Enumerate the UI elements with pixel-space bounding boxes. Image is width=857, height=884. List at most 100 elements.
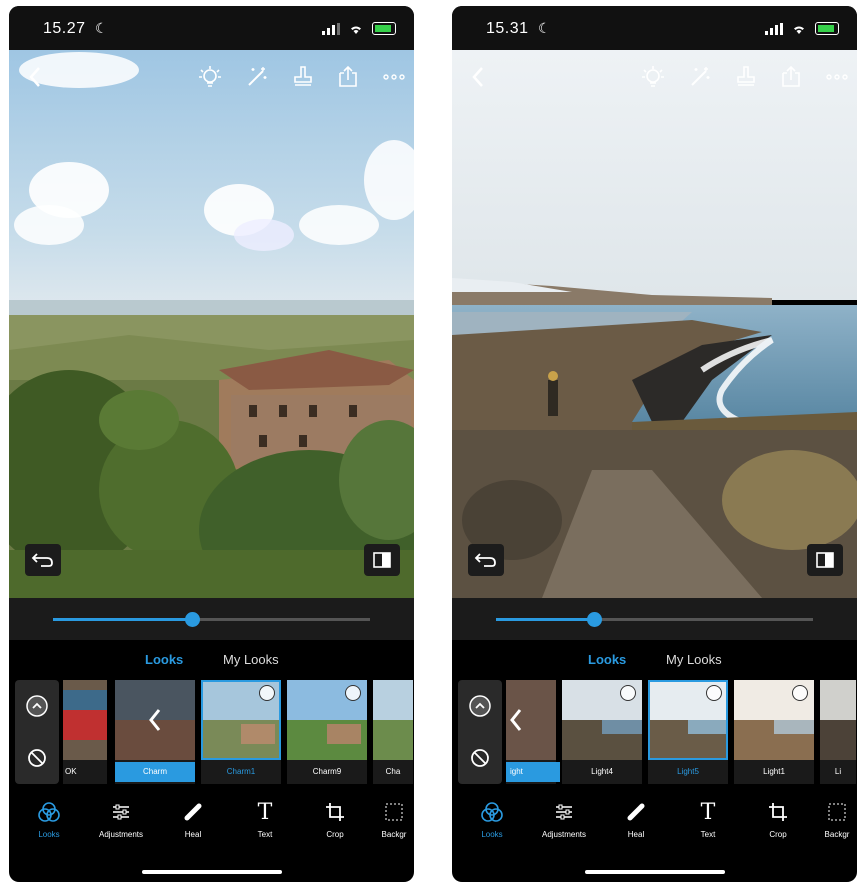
status-bar: 15.27 ☾ bbox=[9, 6, 414, 50]
favorite-icon[interactable] bbox=[345, 685, 361, 701]
background-icon bbox=[828, 803, 846, 821]
look-label: Cha bbox=[385, 767, 401, 776]
stamp-icon[interactable] bbox=[733, 64, 759, 90]
look-label: ight bbox=[506, 762, 560, 782]
tab-looks[interactable]: Looks bbox=[588, 652, 626, 667]
nav-label: Heal bbox=[184, 830, 202, 839]
look-thumb-charm9[interactable]: Charm9 bbox=[287, 680, 367, 784]
crop-icon bbox=[769, 803, 787, 821]
undo-icon bbox=[31, 553, 53, 567]
look-label: Charm bbox=[115, 762, 195, 782]
nav-label: Adjustments bbox=[98, 830, 144, 839]
nav-looks[interactable]: Looks bbox=[462, 800, 522, 839]
slider-track[interactable] bbox=[496, 612, 813, 627]
slider-fill bbox=[53, 618, 193, 621]
nav-background[interactable]: Backgr bbox=[807, 800, 857, 839]
looks-tabs: Looks My Looks bbox=[9, 640, 414, 680]
look-label: Charm1 bbox=[226, 767, 256, 776]
crop-icon bbox=[326, 803, 344, 821]
nav-crop[interactable]: Crop bbox=[305, 800, 365, 839]
photo-canvas[interactable] bbox=[9, 50, 414, 598]
magic-wand-icon[interactable] bbox=[244, 64, 270, 90]
nav-crop[interactable]: Crop bbox=[748, 800, 808, 839]
look-label: Light4 bbox=[591, 767, 613, 776]
undo-button[interactable] bbox=[468, 544, 504, 576]
wifi-icon bbox=[794, 26, 804, 34]
tab-my-looks[interactable]: My Looks bbox=[223, 652, 279, 667]
undo-button[interactable] bbox=[25, 544, 61, 576]
look-thumb-charm[interactable]: Charm bbox=[115, 680, 195, 784]
tab-my-looks[interactable]: My Looks bbox=[666, 652, 722, 667]
sliders-icon bbox=[113, 804, 129, 820]
top-toolbar bbox=[9, 58, 414, 98]
nav-background[interactable]: Backgr bbox=[364, 800, 414, 839]
status-time: 15.27 bbox=[43, 20, 86, 37]
nav-looks[interactable]: Looks bbox=[19, 800, 79, 839]
favorite-icon[interactable] bbox=[792, 685, 808, 701]
wifi-icon bbox=[351, 26, 361, 34]
nav-adjustments[interactable]: Adjustments bbox=[91, 800, 151, 839]
look-thumb-light5[interactable]: Light5 bbox=[648, 680, 728, 784]
battery-icon bbox=[815, 22, 839, 35]
look-thumb-charm1[interactable]: Charm1 bbox=[201, 680, 281, 784]
block-icon[interactable] bbox=[468, 746, 492, 770]
nav-label: Crop bbox=[769, 830, 787, 839]
split-view-icon bbox=[816, 552, 834, 568]
nav-text[interactable]: T Text bbox=[678, 799, 738, 840]
split-view-icon bbox=[373, 552, 391, 568]
favorite-icon[interactable] bbox=[706, 685, 722, 701]
tab-looks[interactable]: Looks bbox=[145, 652, 183, 667]
look-label: Light5 bbox=[677, 767, 699, 776]
undo-icon bbox=[474, 553, 496, 567]
chevron-up-icon[interactable] bbox=[468, 694, 492, 718]
chevron-up-icon[interactable] bbox=[25, 694, 49, 718]
slider-thumb[interactable] bbox=[185, 612, 201, 627]
look-thumb-li[interactable]: Li bbox=[820, 680, 856, 784]
look-thumb-cha[interactable]: Cha bbox=[373, 680, 413, 784]
export-icon[interactable] bbox=[778, 64, 804, 90]
magic-wand-icon[interactable] bbox=[687, 64, 713, 90]
looks-strip: OK Charm Charm1 Charm9 Cha bbox=[9, 680, 414, 786]
more-icon[interactable] bbox=[381, 64, 407, 90]
text-icon: T bbox=[700, 799, 716, 825]
nav-label: Text bbox=[257, 830, 273, 839]
nav-heal[interactable]: Heal bbox=[606, 800, 666, 839]
status-bar: 15.31 ☾ bbox=[452, 6, 857, 50]
photo-canvas[interactable] bbox=[452, 50, 857, 598]
top-toolbar bbox=[452, 58, 857, 98]
nav-text[interactable]: T Text bbox=[235, 800, 295, 840]
nav-label: Backgr bbox=[824, 830, 850, 839]
compare-button[interactable] bbox=[364, 544, 400, 576]
slider-thumb[interactable] bbox=[587, 612, 603, 627]
phone-screen-right: 15.31 ☾ Looks My Looks ight Light4 Light… bbox=[452, 6, 857, 882]
lightbulb-icon[interactable] bbox=[197, 64, 223, 90]
look-thumb-light[interactable]: ight bbox=[506, 680, 560, 784]
bottom-nav: Looks Adjustments Heal T Text Crop Backg… bbox=[9, 790, 414, 850]
compare-button[interactable] bbox=[807, 544, 843, 576]
nav-label: Crop bbox=[326, 830, 344, 839]
home-indicator bbox=[584, 870, 725, 874]
slider-fill bbox=[496, 618, 595, 621]
look-label: OK bbox=[65, 767, 77, 776]
stamp-icon[interactable] bbox=[290, 64, 316, 90]
intensity-slider[interactable] bbox=[452, 598, 857, 640]
look-thumb-light1[interactable]: Light1 bbox=[734, 680, 814, 784]
intensity-slider[interactable] bbox=[9, 598, 414, 640]
nav-adjustments[interactable]: Adjustments bbox=[534, 800, 594, 839]
favorite-icon[interactable] bbox=[259, 685, 275, 701]
export-icon[interactable] bbox=[335, 64, 361, 90]
nav-heal[interactable]: Heal bbox=[163, 800, 223, 839]
more-icon[interactable] bbox=[824, 64, 850, 90]
block-icon[interactable] bbox=[25, 746, 49, 770]
moon-icon: ☾ bbox=[538, 20, 551, 36]
signal-icon bbox=[322, 22, 340, 35]
lightbulb-icon[interactable] bbox=[640, 64, 666, 90]
slider-track[interactable] bbox=[53, 612, 370, 627]
looks-icon bbox=[481, 802, 503, 822]
looks-icon bbox=[38, 802, 60, 822]
favorite-icon[interactable] bbox=[620, 685, 636, 701]
look-thumb-ok[interactable]: OK bbox=[63, 680, 107, 784]
look-thumb-light4[interactable]: Light4 bbox=[562, 680, 642, 784]
phone-screen-left: 15.27 ☾ Looks My Looks OK Charm Charm1 C… bbox=[9, 6, 414, 882]
nav-label: Looks bbox=[481, 830, 503, 839]
